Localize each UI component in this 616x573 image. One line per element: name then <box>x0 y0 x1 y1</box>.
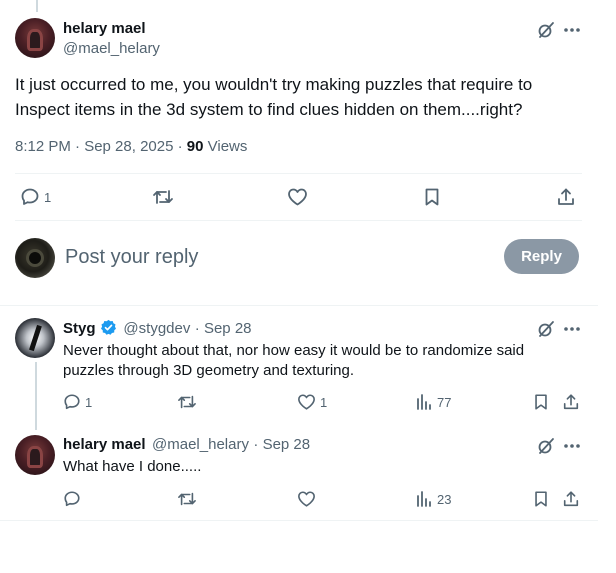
author-handle[interactable]: @stygdev <box>123 320 190 337</box>
reply-action[interactable]: 1 <box>63 393 92 411</box>
views-label: Views <box>207 138 248 155</box>
tweet-text: It just occurred to me, you wouldn't try… <box>15 75 533 119</box>
reply-icon <box>64 394 80 410</box>
views-count: 90 <box>186 138 204 155</box>
tweet-timestamp[interactable]: 8:12 PM · Sep 28, 2025 · <box>15 138 183 155</box>
reply-header: helary mael @mael_helary · Sep 28 <box>63 436 310 454</box>
reply-text: What have I done..... <box>63 458 202 475</box>
author-handle[interactable]: @mael_helary <box>63 40 160 57</box>
grok-icon[interactable] <box>535 318 557 340</box>
share-icon <box>563 491 579 507</box>
bookmark-icon <box>535 394 547 410</box>
share-action[interactable] <box>562 393 580 411</box>
heart-icon <box>288 188 307 206</box>
share-action[interactable] <box>556 187 576 207</box>
reply-header: Styg @stygdev · Sep 28 <box>63 319 252 338</box>
retweet-action[interactable] <box>152 187 174 207</box>
share-icon <box>563 394 579 410</box>
avatar[interactable] <box>15 18 55 58</box>
author-name[interactable]: Styg <box>63 320 96 337</box>
reply-count: 1 <box>44 189 52 205</box>
divider <box>15 220 582 221</box>
retweet-icon <box>178 492 196 506</box>
retweet-action[interactable] <box>177 393 197 411</box>
divider <box>0 520 598 521</box>
like-action[interactable] <box>297 490 316 508</box>
like-count: 1 <box>320 394 328 410</box>
view-count: 23 <box>437 491 452 507</box>
view-count: 77 <box>437 394 452 410</box>
verified-badge-icon <box>100 319 116 335</box>
heart-icon <box>298 491 315 507</box>
divider <box>0 305 598 306</box>
tweet-meta: 8:12 PM · Sep 28, 2025 · 90 Views <box>15 138 247 155</box>
reply-icon <box>21 188 39 205</box>
bookmark-action[interactable] <box>532 490 550 508</box>
analytics-icon <box>417 394 431 410</box>
bookmark-icon <box>425 188 439 206</box>
reply-text: Never thought about that, nor how easy i… <box>63 342 525 379</box>
avatar[interactable] <box>15 435 55 475</box>
author-name[interactable]: helary mael <box>63 20 146 37</box>
avatar[interactable] <box>15 318 55 358</box>
retweet-action[interactable] <box>177 490 197 508</box>
thread-connector-top <box>36 0 38 12</box>
thread-connector <box>35 362 37 430</box>
heart-icon <box>298 394 315 410</box>
bookmark-icon <box>535 491 547 507</box>
author-handle[interactable]: @mael_helary <box>152 436 249 453</box>
reply-action[interactable]: 1 <box>20 187 51 207</box>
reply-icon <box>64 491 80 507</box>
views-action[interactable]: 23 <box>415 490 451 508</box>
reply-input[interactable]: Post your reply <box>65 246 198 269</box>
divider <box>15 173 582 174</box>
more-options-icon[interactable] <box>561 435 583 457</box>
share-icon <box>558 188 574 205</box>
more-options-icon[interactable] <box>561 19 583 41</box>
reply-date[interactable]: · Sep 28 <box>253 436 310 453</box>
retweet-icon <box>178 395 196 409</box>
bookmark-action[interactable] <box>532 393 550 411</box>
author-name[interactable]: helary mael <box>63 436 146 453</box>
like-action[interactable]: 1 <box>297 393 327 411</box>
views-action[interactable]: 77 <box>415 393 451 411</box>
grok-icon[interactable] <box>535 435 557 457</box>
current-user-avatar[interactable] <box>15 238 55 278</box>
reply-count: 1 <box>85 394 93 410</box>
analytics-icon <box>417 491 431 507</box>
like-action[interactable] <box>287 187 308 207</box>
reply-button[interactable]: Reply <box>504 239 579 274</box>
bookmark-action[interactable] <box>422 187 442 207</box>
share-action[interactable] <box>562 490 580 508</box>
more-options-icon[interactable] <box>561 318 583 340</box>
retweet-icon <box>153 190 173 204</box>
reply-date[interactable]: · Sep 28 <box>195 320 252 337</box>
grok-icon[interactable] <box>535 19 557 41</box>
reply-action[interactable] <box>63 490 85 508</box>
